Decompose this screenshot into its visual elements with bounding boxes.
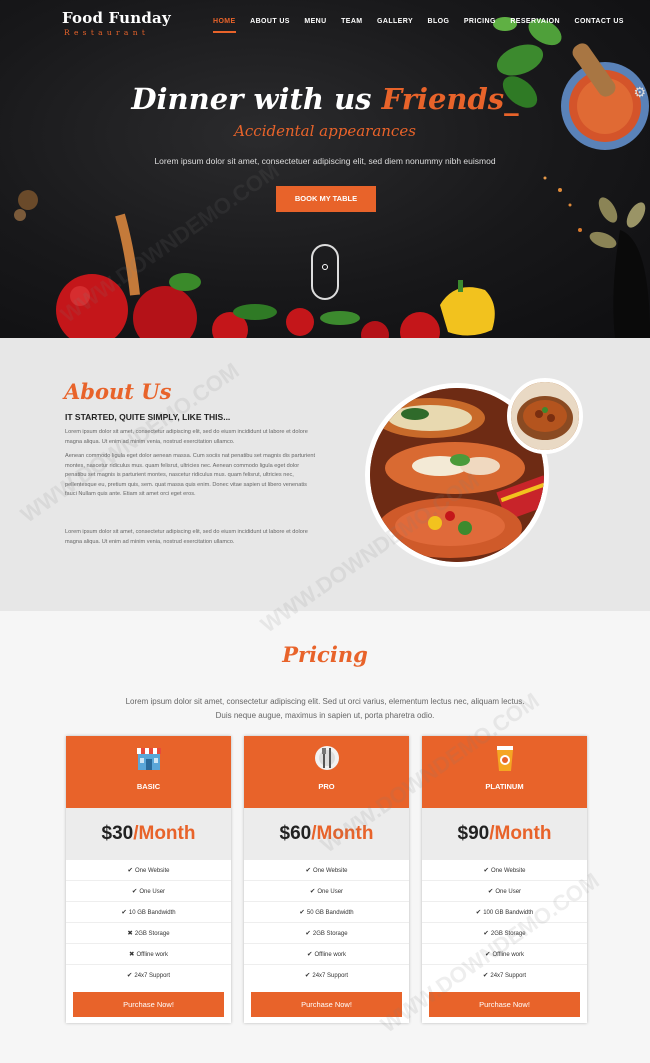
- about-title: About Us: [64, 379, 172, 404]
- nav-menu: HOME ABOUT US MENU TEAM GALLERY BLOG PRI…: [213, 18, 624, 33]
- feature-label: One User: [317, 889, 344, 895]
- feature-label: 2GB Storage: [134, 931, 170, 937]
- feature-label: 2GB Storage: [312, 931, 348, 937]
- feature-label: 24x7 Support: [312, 973, 349, 979]
- check-icon: ✔: [127, 867, 133, 874]
- pricing-title: Pricing: [282, 642, 368, 667]
- about-paragraph-1: Lorem ipsum dolor sit amet, consectetur …: [65, 429, 308, 445]
- scroll-dot-icon: [322, 264, 328, 270]
- pricing-card-pro: PRO $60/Month ✔ One Website ✔ One User ✔ 50…: [244, 736, 409, 1023]
- check-icon: ✔: [306, 951, 313, 958]
- brand-logo[interactable]: Food Funday: [62, 9, 171, 27]
- check-icon: ✔: [121, 909, 127, 916]
- card-header: BASIC: [66, 736, 231, 808]
- plan-price: $90/Month: [422, 808, 587, 860]
- book-table-button[interactable]: BOOK MY TABLE: [276, 186, 376, 212]
- plan-price: $30/Month: [66, 808, 231, 860]
- nav-item-about[interactable]: ABOUT US: [250, 18, 290, 25]
- feature-item: ✔ Offline work: [244, 944, 409, 965]
- nav-item-blog[interactable]: BLOG: [428, 18, 450, 25]
- plan-name: BASIC: [136, 782, 161, 791]
- feature-item: ✔ 2GB Storage: [244, 923, 409, 944]
- feature-item: ✔ One Website: [422, 860, 587, 881]
- feature-label: 24x7 Support: [490, 973, 527, 979]
- check-icon: ✔: [126, 972, 133, 979]
- check-icon: ✔: [483, 930, 489, 937]
- cross-icon: ✖: [128, 951, 135, 958]
- cross-icon: ✖: [127, 930, 133, 937]
- hero-text: Lorem ipsum dolor sit amet, consectetuer…: [154, 156, 496, 166]
- feature-label: 24x7 Support: [134, 973, 171, 979]
- feature-item: ✔ One Website: [66, 860, 231, 881]
- feature-item: ✔ 50 GB Bandwidth: [244, 902, 409, 923]
- price-amount: $90: [457, 823, 490, 844]
- feature-item: ✔ 24x7 Support: [244, 965, 409, 986]
- hero-title-accent: Friends_: [381, 82, 519, 116]
- feature-item: ✔ 10 GB Bandwidth: [66, 902, 231, 923]
- hero-title-main: Dinner with us: [131, 82, 382, 116]
- feature-label: One User: [495, 889, 522, 895]
- feature-item: ✔ 24x7 Support: [66, 965, 231, 986]
- check-icon: ✔: [131, 888, 138, 895]
- price-period: /Month: [133, 823, 196, 844]
- feature-label: One Website: [490, 868, 526, 874]
- feature-label: One User: [139, 889, 166, 895]
- feature-item: ✖ Offline work: [66, 944, 231, 965]
- price-period: /Month: [489, 823, 552, 844]
- check-icon: ✔: [305, 867, 311, 874]
- feature-label: Offline work: [314, 952, 347, 958]
- plan-name: PLATINUM: [485, 782, 524, 791]
- feature-label: 10 GB Bandwidth: [128, 910, 176, 916]
- price-amount: $30: [101, 823, 134, 844]
- check-icon: ✔: [309, 888, 316, 895]
- food-image-small: [507, 378, 583, 454]
- nav-item-gallery[interactable]: GALLERY: [377, 18, 413, 25]
- check-icon: ✔: [305, 930, 311, 937]
- feature-label: One Website: [312, 868, 348, 874]
- scroll-down-indicator[interactable]: [311, 244, 339, 300]
- shop-icon: [137, 748, 161, 770]
- feature-label: Offline work: [136, 952, 169, 958]
- check-icon: ✔: [483, 867, 489, 874]
- feature-item: ✔ One User: [244, 881, 409, 902]
- nav-item-team[interactable]: TEAM: [341, 18, 362, 25]
- check-icon: ✔: [475, 909, 482, 916]
- check-icon: ✔: [304, 972, 311, 979]
- cutlery-icon: [315, 746, 339, 770]
- brand-tagline: Restaurant: [64, 28, 150, 37]
- nav-item-menu[interactable]: MENU: [304, 18, 326, 25]
- nav-item-pricing[interactable]: PRICING: [464, 18, 496, 25]
- nav-item-reservation[interactable]: RESERVAION: [510, 18, 560, 25]
- feature-label: 50 GB Bandwidth: [306, 910, 354, 916]
- feature-item: ✔ One User: [66, 881, 231, 902]
- feature-item: ✔ One Website: [244, 860, 409, 881]
- cup-icon: [497, 746, 513, 771]
- hero-title: Dinner with us Friends_: [0, 82, 650, 116]
- purchase-button-basic[interactable]: Purchase Now!: [73, 992, 224, 1017]
- hero-subtitle: Accidental appearances: [234, 122, 416, 140]
- pricing-card-basic: BASIC $30/Month ✔ One Website ✔ One User ✔…: [66, 736, 231, 1023]
- pricing-description: Lorem ipsum dolor sit amet, consectetur …: [125, 697, 525, 720]
- food-bowl-icon: [511, 382, 579, 450]
- nav-item-contact[interactable]: CONTACT US: [574, 18, 623, 25]
- price-amount: $60: [279, 823, 312, 844]
- nav-item-home[interactable]: HOME: [213, 18, 236, 33]
- check-icon: ✔: [487, 888, 494, 895]
- feature-item: ✖ 2GB Storage: [66, 923, 231, 944]
- feature-label: One Website: [134, 868, 170, 874]
- about-paragraph-3: Lorem ipsum dolor sit amet, consectetur …: [65, 529, 308, 545]
- top-nav: Food Funday Restaurant HOME ABOUT US MEN…: [0, 0, 650, 40]
- check-icon: ✔: [299, 909, 305, 916]
